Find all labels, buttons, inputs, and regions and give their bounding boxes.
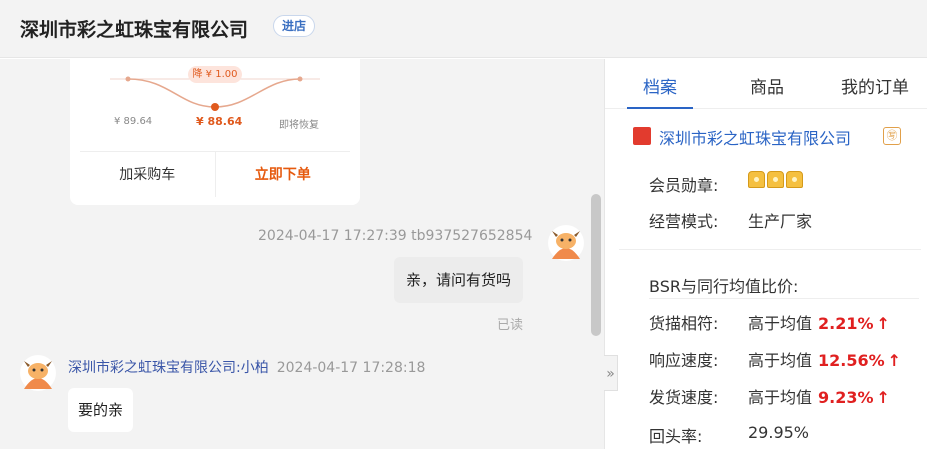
bsr-divider [649,298,919,299]
repeat-rate-value: 29.95% [748,423,810,442]
price-drop-badge: 降 ¥ 1.00 [188,66,242,83]
previous-price: ¥ 89.64 [114,116,153,127]
active-tab-indicator [627,107,693,109]
company-name-link[interactable]: 深圳市彩之虹珠宝有限公司 [659,125,851,149]
metric-prefix: 高于均值 [748,351,813,370]
add-to-cart-button[interactable]: 加采购车 [80,152,216,197]
bull-avatar-icon[interactable] [548,225,584,261]
shop-logo-icon [633,127,651,145]
crown-icon [767,171,784,188]
arrow-up-icon: ↑ [876,388,890,407]
metric-percent: 2.21% [818,314,874,333]
price-restore-note: 即将恢复 [279,120,319,131]
buy-now-button[interactable]: 立即下单 [216,152,351,197]
bull-avatar-icon[interactable] [20,355,56,391]
product-price-card: 降 ¥ 1.00 ¥ 89.64 ¥ 88.64 即将恢复 加采购车 立即下单 [70,59,360,205]
business-mode-value: 生产厂家 [748,212,813,231]
tab-products[interactable]: 商品 [750,73,784,98]
metric-percent: 12.56% [818,351,885,370]
tab-profile[interactable]: 档案 [643,73,677,98]
current-price: ¥ 88.64 [196,115,243,128]
message-meta: 2024-04-17 17:27:39 tb937527652854 [258,228,533,244]
metric-percent: 9.23% [818,388,874,407]
double-chevron-right-icon[interactable]: » [604,355,618,391]
shop-name-title: 深圳市彩之虹珠宝有限公司 [20,19,249,41]
metric-value: 高于均值 9.23% ↑ [748,384,890,408]
metric-value: 高于均值 2.21% ↑ [748,310,890,334]
metric-prefix: 高于均值 [748,388,813,407]
business-mode-label: 经营模式: [649,212,719,231]
metric-label: 发货速度: [649,388,719,407]
member-medal-crowns [748,171,803,188]
sender-time: 2024-04-17 17:28:18 [276,360,426,376]
card-actions: 加采购车 立即下单 [80,151,350,197]
chat-header: 深圳市彩之虹珠宝有限公司 进店 [0,0,927,58]
chat-scrollbar[interactable] [588,59,604,449]
message-bubble: 要的亲 [68,388,134,432]
enter-store-button[interactable]: 进店 [273,15,316,37]
bsr-title: BSR与同行均值比价: [649,277,799,296]
sender-name[interactable]: 深圳市彩之虹珠宝有限公司:小柏 [68,360,269,376]
metric-label: 货描相符: [649,314,719,333]
chat-messages-area: 降 ¥ 1.00 ¥ 89.64 ¥ 88.64 即将恢复 加采购车 立即下单 … [0,59,604,449]
tab-my-orders[interactable]: 我的订单 [841,73,909,98]
read-status: 已读 [497,318,524,333]
scrollbar-thumb[interactable] [591,194,601,336]
sender-line: 深圳市彩之虹珠宝有限公司:小柏 2024-04-17 17:28:18 [68,357,425,377]
arrow-up-icon: ↑ [876,314,890,333]
panel-tabs: 档案 商品 我的订单 [605,59,927,109]
member-medal-label: 会员勋章: [649,176,719,195]
metric-prefix: 高于均值 [748,314,813,333]
metric-value: 高于均值 12.56% ↑ [748,347,901,371]
shop-info-panel: 档案 商品 我的订单 深圳市彩之虹珠宝有限公司 ㊢ 会员勋章: 经营模式: 生产… [604,59,927,449]
arrow-up-icon: ↑ [887,351,902,370]
certified-badge-icon: ㊢ [883,127,901,145]
crown-icon [786,171,803,188]
metric-label: 响应速度: [649,351,719,370]
repeat-rate-label: 回头率: [649,427,703,446]
section-divider [619,249,921,250]
crown-icon [748,171,765,188]
message-bubble: 亲，请问有货吗 [394,257,524,303]
